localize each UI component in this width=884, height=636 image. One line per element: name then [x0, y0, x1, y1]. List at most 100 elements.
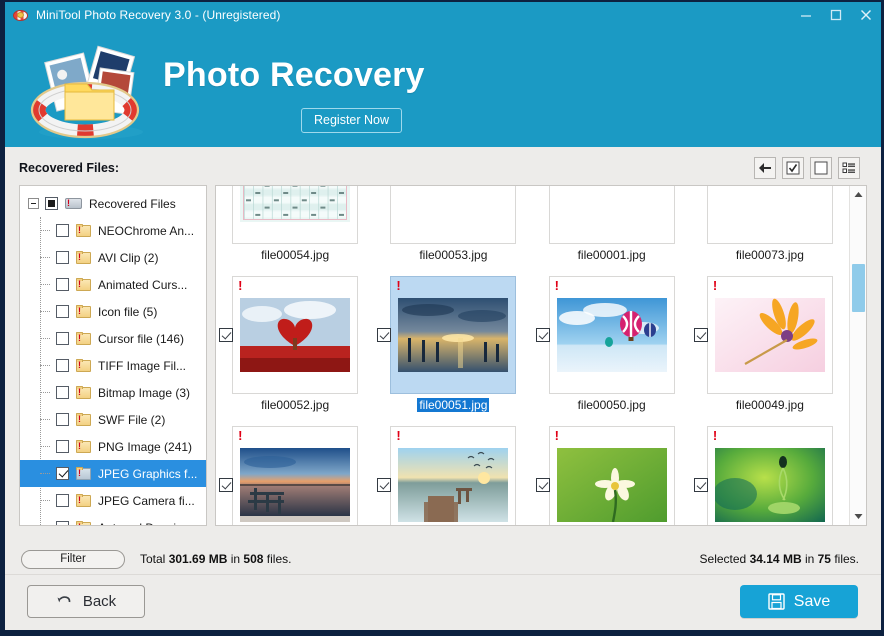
maximize-icon [830, 9, 842, 21]
tree-item-7[interactable]: ! SWF File (2) [20, 406, 206, 433]
close-icon [861, 10, 871, 20]
tree-item-9[interactable]: ! JPEG Graphics f... [20, 460, 206, 487]
thumbnail-cell[interactable]: file00054.jpg [216, 186, 374, 270]
thumbnail-cell[interactable]: !file00046.jpg [533, 420, 691, 525]
tree-item-checkbox[interactable] [56, 413, 69, 426]
scroll-down-button[interactable] [850, 508, 866, 525]
thumbnail-cell[interactable]: !file00045.jpg [691, 420, 849, 525]
thumbnail-checkbox[interactable] [377, 478, 392, 492]
total-prefix: Total [140, 552, 169, 566]
file-type-tree[interactable]: ! Recovered Files ! NEOChrome An...! AVI C… [19, 185, 207, 526]
thumbnail-cell[interactable]: file00073.jpg [691, 186, 849, 270]
tree-item-checkbox[interactable] [56, 521, 69, 525]
vertical-scrollbar[interactable] [849, 186, 866, 525]
tree-guide-tick [40, 365, 50, 366]
tree-item-checkbox[interactable] [56, 467, 69, 480]
total-files-text: Total 301.69 MB in 508 files. [140, 552, 291, 566]
maximize-button[interactable] [821, 2, 851, 28]
tree-item-checkbox[interactable] [56, 494, 69, 507]
app-lifebuoy-icon [13, 7, 29, 23]
tree-item-checkbox[interactable] [56, 359, 69, 372]
scroll-up-button[interactable] [850, 186, 866, 203]
tree-item-6[interactable]: ! Bitmap Image (3) [20, 379, 206, 406]
tree-item-8[interactable]: ! PNG Image (241) [20, 433, 206, 460]
thumbnail-frame[interactable]: ! [535, 426, 675, 525]
tree-item-checkbox[interactable] [56, 332, 69, 345]
thumbnail-frame[interactable]: ! [693, 276, 833, 394]
thumbnail-checkbox[interactable] [535, 478, 550, 492]
thumbnail-image [240, 186, 351, 222]
back-button[interactable]: Back [27, 585, 145, 618]
warning-icon: ! [396, 278, 401, 293]
back-arrow-button[interactable] [754, 157, 776, 179]
tree-item-10[interactable]: ! JPEG Camera fi... [20, 487, 206, 514]
tree-item-0[interactable]: ! NEOChrome An... [20, 217, 206, 244]
thumbnail-frame[interactable]: ! [693, 426, 833, 525]
thumbnail-cell[interactable]: file00001.jpg [533, 186, 691, 270]
thumbnail-cell[interactable]: file00053.jpg [374, 186, 532, 270]
selected-files-text: Selected 34.14 MB in 75 files. [700, 552, 859, 566]
scrollbar-thumb[interactable] [852, 264, 865, 312]
thumbnail-image [714, 298, 825, 372]
thumbnail-filename: file00049.jpg [735, 398, 804, 412]
recovered-files-label: Recovered Files: [19, 161, 120, 175]
thumbnail-image [398, 186, 509, 222]
thumbnail-frame[interactable]: ! [535, 276, 675, 394]
register-now-button[interactable]: Register Now [301, 108, 403, 133]
list-view-button[interactable] [838, 157, 860, 179]
thumbnail-image [556, 448, 667, 522]
tree-item-checkbox[interactable] [56, 251, 69, 264]
thumbnail-cell[interactable]: ! file00049.jpg [691, 270, 849, 420]
close-button[interactable] [851, 2, 881, 28]
thumbnail-frame[interactable] [548, 186, 675, 244]
total-mid: in [227, 552, 244, 566]
folder-icon: ! [76, 251, 92, 264]
tree-item-2[interactable]: ! Animated Curs... [20, 271, 206, 298]
thumbnail-image [240, 298, 351, 372]
tree-item-label: AVI Clip (2) [98, 250, 159, 265]
thumbnail-checkbox[interactable] [535, 328, 550, 342]
tree-item-11[interactable]: ! Autocad Drawi... [20, 514, 206, 525]
footer-bar: Back Save [5, 574, 881, 630]
filter-button[interactable]: Filter [21, 549, 125, 569]
tree-item-checkbox[interactable] [56, 278, 69, 291]
tree-item-checkbox[interactable] [56, 386, 69, 399]
tree-item-label: Animated Curs... [98, 277, 188, 292]
tree-item-4[interactable]: ! Cursor file (146) [20, 325, 206, 352]
thumbnail-frame[interactable]: ! [377, 276, 517, 394]
thumbnail-cell[interactable]: !file00048.jpg [216, 420, 374, 525]
thumbnail-frame[interactable] [232, 186, 359, 244]
thumbnail-checkbox[interactable] [693, 328, 708, 342]
thumbnail-frame[interactable]: ! [377, 426, 517, 525]
tree-item-label: Icon file (5) [98, 304, 158, 319]
tree-item-5[interactable]: ! TIFF Image Fil... [20, 352, 206, 379]
thumbnail-cell[interactable]: ! file00051.jpg [374, 270, 532, 420]
folder-icon: ! [76, 494, 92, 507]
thumbnail-cell[interactable]: !file00047.jpg [374, 420, 532, 525]
tree-item-checkbox[interactable] [56, 224, 69, 237]
thumbnail-frame[interactable]: ! [219, 276, 359, 394]
thumbnail-checkbox[interactable] [219, 328, 234, 342]
thumbnail-checkbox[interactable] [693, 478, 708, 492]
thumbnail-panel[interactable]: file00054.jpg file00053.jpg file00001.jpg f… [215, 185, 867, 526]
minimize-button[interactable] [791, 2, 821, 28]
tree-item-1[interactable]: ! AVI Clip (2) [20, 244, 206, 271]
thumbnail-frame[interactable] [390, 186, 517, 244]
select-all-button[interactable] [782, 157, 804, 179]
root-checkbox[interactable] [45, 197, 58, 210]
tree-list: ! Recovered Files ! NEOChrome An...! AVI C… [20, 186, 206, 525]
tree-item-checkbox[interactable] [56, 305, 69, 318]
thumbnail-cell[interactable]: ! file00052.jpg [216, 270, 374, 420]
folder-icon: ! [76, 440, 92, 453]
thumbnail-checkbox[interactable] [219, 478, 234, 492]
thumbnail-frame[interactable]: ! [219, 426, 359, 525]
save-button[interactable]: Save [740, 585, 858, 618]
deselect-all-button[interactable] [810, 157, 832, 179]
thumbnail-frame[interactable] [706, 186, 833, 244]
thumbnail-cell[interactable]: ! file00050.jpg [533, 270, 691, 420]
tree-item-3[interactable]: ! Icon file (5) [20, 298, 206, 325]
collapse-toggle-icon[interactable] [28, 198, 39, 209]
tree-root-row[interactable]: ! Recovered Files [20, 190, 206, 217]
thumbnail-checkbox[interactable] [377, 328, 392, 342]
tree-item-checkbox[interactable] [56, 440, 69, 453]
